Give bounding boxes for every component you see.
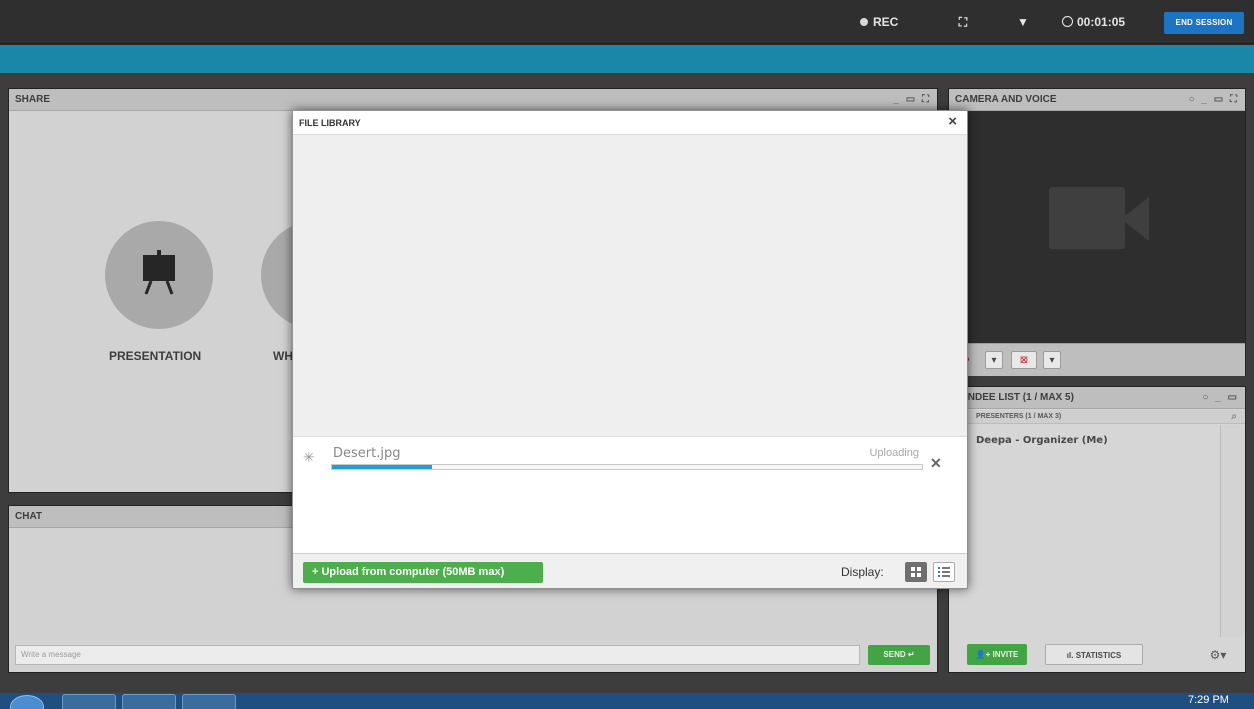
grid-view-icon[interactable] (905, 562, 927, 582)
upload-file-name: Desert.jpg (333, 446, 401, 461)
rec-label: REC (873, 15, 899, 29)
dialog-title: FILE LIBRARY (299, 118, 361, 128)
upload-status: Uploading (869, 447, 919, 459)
top-bar: REC ⛶ ▼ 00:01:05 END SESSION (0, 0, 1254, 44)
end-session-button[interactable]: END SESSION (1164, 12, 1244, 34)
chevron-down-icon[interactable]: ▼ (1008, 0, 1038, 44)
upload-progress-fill (332, 465, 433, 469)
taskbar-clock: 7:29 PM (1188, 694, 1229, 706)
file-library-dialog: FILE LIBRARY × ✳ Desert.jpg Uploading ✕ … (292, 110, 968, 589)
expand-icon[interactable]: ⛶ (946, 0, 980, 44)
taskbar-app-explorer[interactable] (122, 694, 176, 709)
session-timer: 00:01:05 (1062, 0, 1158, 44)
file-grid-area (293, 136, 967, 435)
dialog-header: FILE LIBRARY × (293, 111, 967, 135)
clock-icon (1062, 16, 1073, 27)
upload-progress-bar (331, 464, 923, 470)
spinner-icon: ✳ (303, 449, 315, 465)
taskbar-app-browser[interactable] (182, 694, 236, 709)
list-view-icon[interactable] (933, 562, 955, 582)
start-button[interactable] (10, 695, 44, 709)
timer-value: 00:01:05 (1077, 15, 1126, 29)
upload-from-computer-button[interactable]: + Upload from computer (50MB max) (303, 562, 543, 583)
taskbar-app-media[interactable] (62, 694, 116, 709)
upload-list: ✳ Desert.jpg Uploading ✕ (293, 436, 967, 553)
rec-indicator[interactable]: REC (860, 0, 940, 44)
windows-taskbar: 7:29 PM (0, 693, 1254, 709)
cancel-upload-icon[interactable]: ✕ (930, 455, 942, 472)
close-icon[interactable]: × (948, 113, 957, 131)
dialog-footer: + Upload from computer (50MB max) Displa… (293, 553, 967, 588)
display-label: Display: (841, 565, 884, 579)
record-dot-icon (860, 18, 868, 26)
accent-bar (0, 45, 1254, 73)
